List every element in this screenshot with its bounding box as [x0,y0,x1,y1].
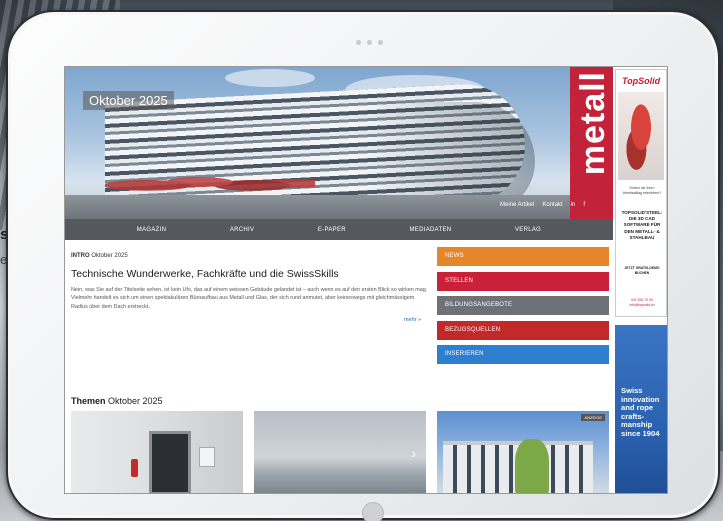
facebook-icon[interactable]: f [583,202,585,208]
tree-image [515,439,549,493]
red-bushes [105,165,315,199]
camera-dot [367,40,372,45]
themes-date: Oktober 2025 [108,396,163,406]
nav-item-epaper[interactable]: E-PAPER [318,227,346,233]
intro-tag: INTRO Oktober 2025 [71,253,429,259]
camera-dots [356,40,383,45]
topsolid-tagline: Dürfen wir Ihren Arbeitsalltag erleichte… [622,186,662,195]
intro-tag-label: INTRO [71,253,90,259]
main-navigation: MAGAZIN ARCHIV E-PAPER MEDIADATEN VERLAG [65,219,613,240]
hero-banner: Oktober 2025 metall Meine Artikel Kontak… [65,67,613,219]
issue-month-label: Oktober 2025 [83,91,174,110]
camera-dot [378,40,383,45]
category-inserieren[interactable]: INSERIEREN [437,345,609,364]
category-news[interactable]: NEWS [437,247,609,266]
nav-item-verlag[interactable]: VERLAG [515,227,541,233]
tablet-frame: Oktober 2025 metall Meine Artikel Kontak… [6,10,720,521]
top-links: Meine Artikel Kontakt in f [500,202,585,208]
nav-item-magazin[interactable]: MAGAZIN [137,227,166,233]
intro-tag-date: Oktober 2025 [91,253,128,259]
topsolid-logo: TopSolid [622,76,661,86]
topsolid-ad[interactable]: TopSolid Dürfen wir Ihren Arbeitsalltag … [615,69,667,317]
website-main: Oktober 2025 metall Meine Artikel Kontak… [65,67,613,493]
themes-tiles: › ANZEIGE [71,411,609,493]
nav-item-archiv[interactable]: ARCHIV [230,227,254,233]
theme-tile-door[interactable] [71,411,243,493]
theme-tile-landscape[interactable]: › [254,411,426,493]
tablet-screen: Oktober 2025 metall Meine Artikel Kontak… [64,66,668,494]
brand-logo[interactable]: metall [574,71,612,175]
cloud [225,69,315,87]
wall-box-image [199,447,215,467]
read-more-link[interactable]: mehr » [404,317,421,323]
swiss-rope-ad-text: Swiss innovation and rope crafts-manship… [621,386,660,438]
ad-badge: ANZEIGE [581,414,605,421]
ad-column: TopSolid Dürfen wir Ihren Arbeitsalltag … [613,67,667,493]
topsolid-cta[interactable]: JETZT GRATIS-DEMO BUCHEN [620,266,664,276]
themes-title: Themen [71,396,106,406]
link-kontakt[interactable]: Kontakt [542,202,562,208]
topsolid-headline: TOPSOLID'STEEL: DIE 3D CAD SOFTWARE FÜR … [621,210,663,240]
category-buttons: NEWS STELLEN BILDUNGSANGEBOTE BEZUGSQUEL… [437,247,609,370]
theme-tile-building[interactable]: ANZEIGE [437,411,609,493]
home-button[interactable] [362,502,384,521]
linkedin-icon[interactable]: in [571,202,576,208]
camera-dot [356,40,361,45]
themes-heading: Themen Oktober 2025 [71,396,163,406]
chevron-right-icon[interactable]: › [411,445,416,461]
category-bezugsquellen[interactable]: BEZUGSQUELLEN [437,320,609,340]
intro-article: INTRO Oktober 2025 Technische Wunderwerk… [71,253,429,311]
swiss-rope-ad[interactable]: Swiss innovation and rope crafts-manship… [615,325,667,493]
category-stellen[interactable]: STELLEN [437,271,609,291]
spiral-staircase-image [618,92,664,180]
link-meine-artikel[interactable]: Meine Artikel [500,202,534,208]
topsolid-contact: 041 530 70 00 info@topsolid.ch [629,298,655,308]
fire-extinguisher-image [131,459,138,477]
door-image [149,431,191,493]
nav-item-mediadaten[interactable]: MEDIADATEN [410,227,452,233]
intro-title[interactable]: Technische Wunderwerke, Fachkräfte und d… [71,268,429,280]
category-bildungsangebote[interactable]: BILDUNGSANGEBOTE [437,296,609,315]
intro-body: Nein, was Sie auf der Titelseite sehen, … [71,287,428,310]
